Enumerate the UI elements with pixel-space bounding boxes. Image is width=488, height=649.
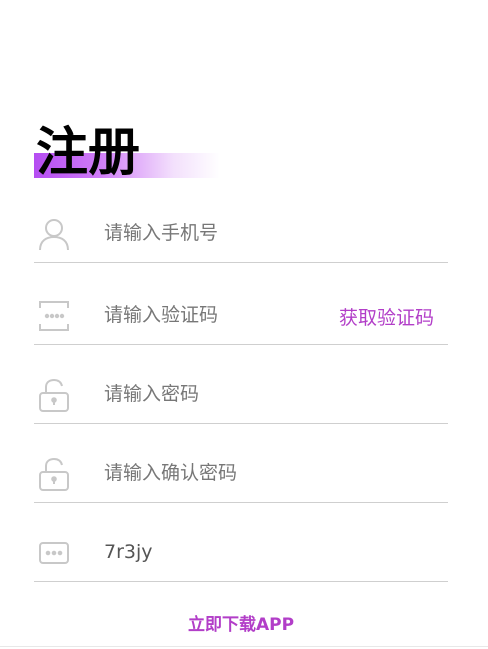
lock-icon [36, 456, 72, 492]
lock-icon [36, 377, 72, 413]
confirm-password-row [34, 444, 448, 503]
captcha-input[interactable] [104, 537, 324, 567]
page-title: 注册 [36, 123, 141, 183]
code-input[interactable] [104, 300, 324, 330]
phone-row [34, 204, 448, 263]
user-icon [36, 216, 72, 252]
register-page: 注册 获取验证码 [0, 0, 488, 649]
code-icon [36, 298, 72, 334]
captcha-row [34, 523, 448, 582]
bottom-divider [0, 646, 488, 647]
phone-input[interactable] [104, 218, 324, 248]
title-block: 注册 [34, 122, 234, 186]
password-row [34, 365, 448, 424]
get-code-button[interactable]: 获取验证码 [339, 303, 434, 330]
captcha-icon [36, 535, 72, 571]
code-row: 获取验证码 [34, 286, 448, 345]
confirm-password-input[interactable] [104, 458, 324, 488]
password-input[interactable] [104, 379, 324, 409]
download-app-link[interactable]: 立即下载APP [0, 610, 482, 635]
